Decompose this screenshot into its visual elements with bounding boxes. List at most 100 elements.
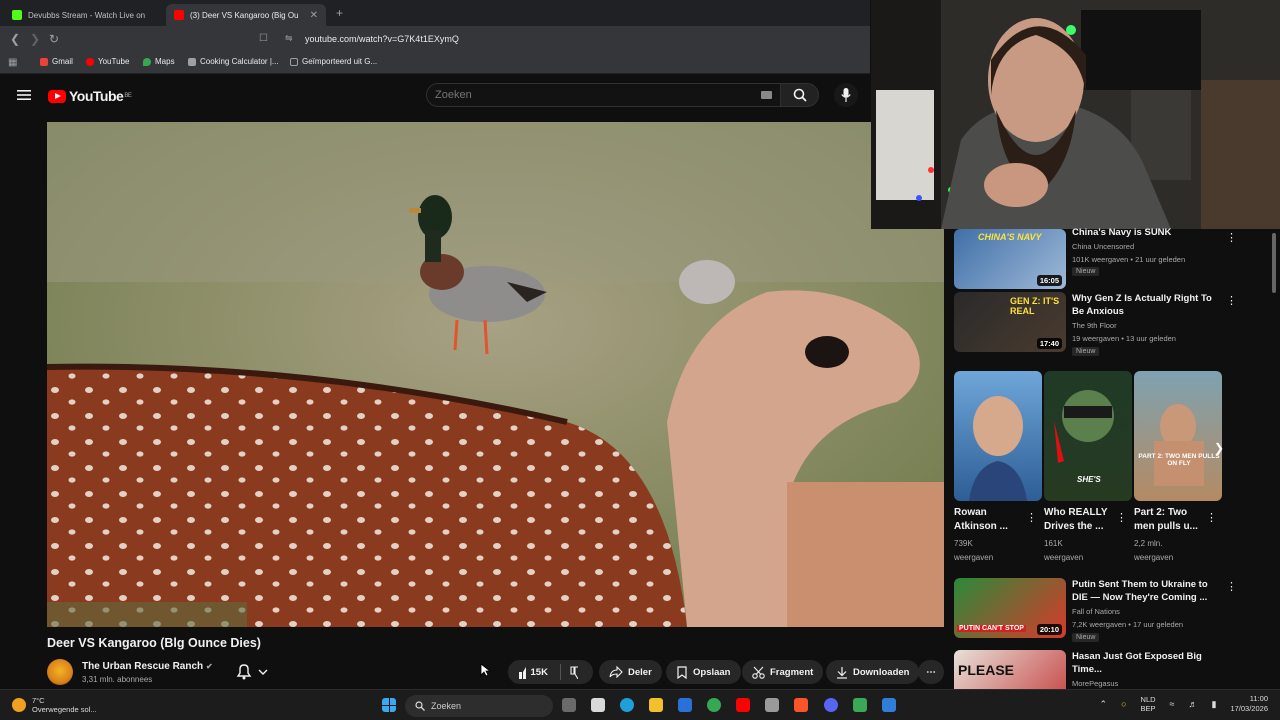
channel-name[interactable]: The Urban Rescue Ranch ✔ xyxy=(82,661,213,672)
video-title[interactable]: China's Navy is SUNK xyxy=(1072,226,1222,239)
shorts-next-arrow-icon[interactable]: ❯ xyxy=(1214,441,1224,455)
battery-icon[interactable]: ▮ xyxy=(1212,699,1217,709)
more-vertical-icon[interactable]: ⋮ xyxy=(1226,580,1237,593)
more-vertical-icon[interactable]: ⋮ xyxy=(1206,511,1217,524)
bookmark-youtube[interactable]: YouTube xyxy=(86,57,129,66)
app-icon[interactable] xyxy=(882,698,896,712)
edge-browser-icon[interactable] xyxy=(620,698,634,712)
video-thumbnail[interactable]: CHINA'S NAVY 16:05 xyxy=(954,229,1066,289)
tab-devubbs-stream[interactable]: Devubbs Stream - Watch Live on xyxy=(4,4,164,26)
bookmark-star-icon[interactable]: ☐ xyxy=(259,33,268,44)
more-vertical-icon[interactable]: ⋮ xyxy=(1226,294,1237,307)
share-button[interactable]: Deler xyxy=(599,660,662,684)
bookmark-gmail[interactable]: Gmail xyxy=(40,57,73,66)
volume-icon[interactable]: ♬ xyxy=(1189,699,1198,709)
video-title[interactable]: Why Gen Z Is Actually Right To Be Anxiou… xyxy=(1072,292,1222,318)
taskbar-search[interactable]: Zoeken xyxy=(405,695,553,717)
more-vertical-icon[interactable]: ⋮ xyxy=(1116,511,1127,524)
usb-icon[interactable]: ○ xyxy=(1121,699,1126,709)
more-vertical-icon[interactable]: ⋮ xyxy=(1226,231,1237,244)
channel-name[interactable]: Fall of Nations xyxy=(1072,607,1120,616)
tab-label: (3) Deer VS Kangaroo (Big Ou xyxy=(190,10,299,20)
bookmark-maps[interactable]: Maps xyxy=(143,57,175,66)
youtube-logo[interactable]: YouTube BE xyxy=(48,88,132,104)
tab-label: Devubbs Stream - Watch Live on xyxy=(28,10,146,20)
keyboard-icon[interactable] xyxy=(761,91,772,99)
menu-hamburger-icon[interactable] xyxy=(17,89,31,101)
forward-icon[interactable]: ❯ xyxy=(30,32,40,46)
more-vertical-icon[interactable]: ⋮ xyxy=(1026,511,1037,524)
sidebar-scrollbar[interactable] xyxy=(1271,229,1277,689)
reload-icon[interactable]: ↻ xyxy=(49,32,59,46)
share-icon xyxy=(609,666,623,678)
short-title[interactable]: Rowan Atkinson ... xyxy=(954,506,1026,534)
short-thumbnail[interactable]: SHE'S xyxy=(1044,371,1132,501)
youtube-play-logo-icon xyxy=(48,89,66,103)
file-explorer-icon[interactable] xyxy=(649,698,663,712)
back-icon[interactable]: ❮ xyxy=(10,32,20,46)
video-thumbnail[interactable]: PUTIN CAN'T STOP 20:10 xyxy=(954,578,1066,638)
related-video-item[interactable]: PUTIN CAN'T STOP 20:10 Putin Sent Them t… xyxy=(954,578,1237,642)
bookmark-folder-imported[interactable]: Geïmporteerd uit G... xyxy=(290,57,377,66)
video-player[interactable] xyxy=(47,122,944,627)
tab-youtube-video[interactable]: (3) Deer VS Kangaroo (Big Ou ✕ xyxy=(166,4,326,26)
calculator-icon[interactable] xyxy=(765,698,779,712)
video-title[interactable]: Hasan Just Got Exposed Big Time... xyxy=(1072,650,1222,676)
wifi-icon[interactable]: ≈ xyxy=(1170,699,1175,709)
discord-icon[interactable] xyxy=(824,698,838,712)
video-title[interactable]: Putin Sent Them to Ukraine to DIE — Now … xyxy=(1072,578,1222,604)
brave-browser-icon[interactable] xyxy=(794,698,808,712)
thumb-up-icon[interactable] xyxy=(518,666,526,679)
video-thumbnail[interactable]: PLEASE xyxy=(954,650,1066,689)
related-video-item[interactable]: PLEASE Hasan Just Got Exposed Big Time..… xyxy=(954,650,1224,689)
chrome-icon[interactable] xyxy=(707,698,721,712)
windows-start-icon[interactable] xyxy=(382,698,396,712)
chevron-up-icon[interactable]: ⌃ xyxy=(1100,699,1108,709)
download-button[interactable]: Downloaden xyxy=(826,660,920,684)
weather-widget[interactable]: 7°C Overwegende sol... xyxy=(12,696,97,714)
related-video-item[interactable]: GEN Z: IT'S REAL 17:40 Why Gen Z Is Actu… xyxy=(954,292,1237,356)
short-title[interactable]: Who REALLY Drives the ... xyxy=(1044,506,1116,534)
voice-search-button[interactable] xyxy=(834,83,858,107)
bell-icon xyxy=(236,664,268,680)
bookmark-cooking-calculator[interactable]: Cooking Calculator |... xyxy=(188,57,279,66)
system-tray[interactable]: ⌃ ○ NLD BEP ≈ ♬ ▮ 11:00 17/03/2026 xyxy=(1100,694,1268,714)
app-icon[interactable] xyxy=(853,698,867,712)
short-thumbnail[interactable] xyxy=(954,371,1042,501)
channel-avatar[interactable] xyxy=(47,659,73,685)
search-button[interactable] xyxy=(781,83,819,107)
bookmarks-bar: ▦ Gmail YouTube Maps Cooking Calculator … xyxy=(0,52,870,74)
video-thumbnail[interactable]: GEN Z: IT'S REAL 17:40 xyxy=(954,292,1066,352)
short-views-label: weergaven xyxy=(1134,553,1174,562)
related-video-item[interactable]: CHINA'S NAVY 16:05 China's Navy is SUNK … xyxy=(954,226,1237,291)
save-button[interactable]: Opslaan xyxy=(666,660,741,684)
url-text[interactable]: youtube.com/watch?v=G7K4t1EXymQ xyxy=(305,34,459,44)
video-frame-drawing xyxy=(47,122,944,627)
omnibox[interactable]: ☐ ⇋ youtube.com/watch?v=G7K4t1EXymQ xyxy=(255,29,867,49)
new-tab-button[interactable]: + xyxy=(336,6,343,20)
site-info-icon[interactable]: ⇋ xyxy=(285,33,293,44)
thumb-down-icon[interactable] xyxy=(570,665,578,679)
close-tab-icon[interactable]: ✕ xyxy=(310,10,318,21)
clip-button[interactable]: Fragment xyxy=(742,660,824,684)
related-videos-sidebar: CHINA'S NAVY 16:05 China's Navy is SUNK … xyxy=(944,226,1280,689)
task-view-icon[interactable] xyxy=(562,698,576,712)
youtube-app-icon[interactable] xyxy=(736,698,750,712)
address-bar-row: ❮ ❯ ↻ ☐ ⇋ youtube.com/watch?v=G7K4t1EXym… xyxy=(0,26,870,52)
search-box[interactable] xyxy=(426,83,781,107)
more-actions-button[interactable]: ⋯ xyxy=(918,660,944,684)
mail-app-icon[interactable] xyxy=(678,698,692,712)
channel-name[interactable]: MorePegasus xyxy=(1072,679,1118,688)
like-count[interactable]: 15K xyxy=(531,667,548,678)
video-meta: 19 weergaven • 13 uur geleden xyxy=(1072,334,1176,343)
sun-icon xyxy=(12,698,26,712)
calculator-app-icon[interactable] xyxy=(591,698,605,712)
channel-name[interactable]: The 9th Floor xyxy=(1072,321,1117,330)
subscription-bell-button[interactable] xyxy=(234,663,270,686)
channel-name[interactable]: China Uncensored xyxy=(1072,242,1134,251)
search-input[interactable] xyxy=(427,84,727,106)
apps-grid-icon[interactable]: ▦ xyxy=(8,57,17,68)
short-title[interactable]: Part 2: Two men pulls u... xyxy=(1134,506,1206,534)
scrollbar-thumb[interactable] xyxy=(1272,233,1276,293)
short-thumbnail[interactable]: PART 2: TWO MEN PULLS ON FLY xyxy=(1134,371,1222,501)
